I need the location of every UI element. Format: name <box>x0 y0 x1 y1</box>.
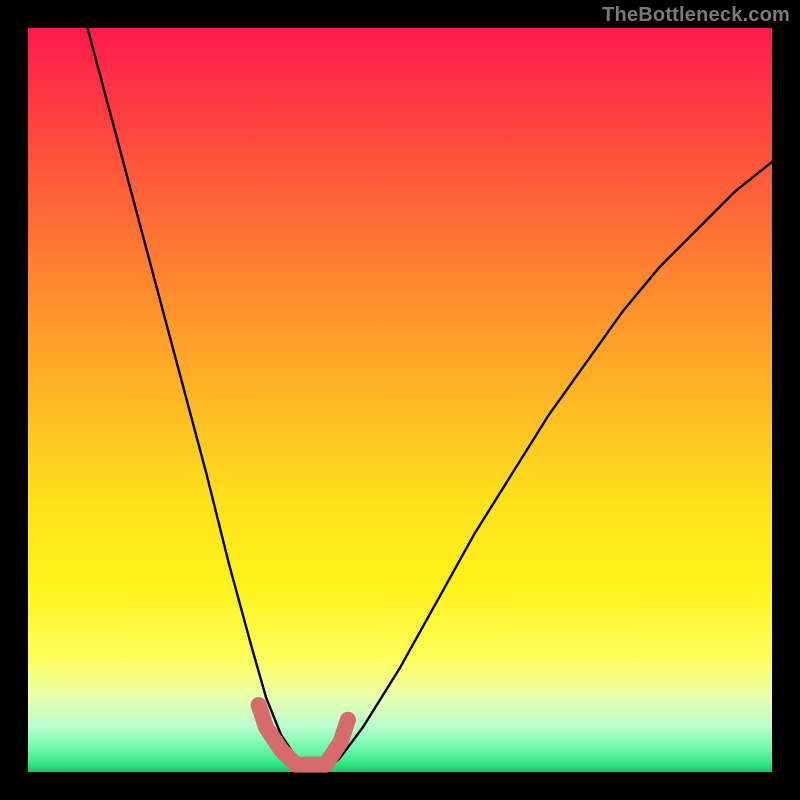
plot-area <box>28 28 772 772</box>
bottleneck-curve <box>88 28 773 772</box>
watermark-label: TheBottleneck.com <box>602 4 790 27</box>
chart-frame: TheBottleneck.com <box>0 0 800 800</box>
curve-layer <box>28 28 772 772</box>
highlight-end-dot <box>340 712 356 728</box>
